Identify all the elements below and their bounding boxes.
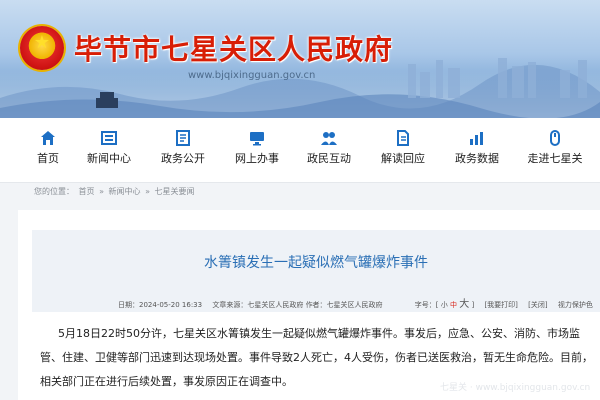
font-size-small[interactable]: 小: [441, 301, 448, 309]
people-icon: [321, 132, 337, 145]
watermark: 七星关 · www.bjqixingguan.gov.cn: [440, 383, 591, 393]
breadcrumb: 您的位置： 首页 » 新闻中心 » 七星关要闻: [34, 186, 197, 197]
eye-care-toggle[interactable]: 视力保护色: [558, 301, 593, 309]
article-title: 水箐镇发生一起疑似燃气罐爆炸事件: [204, 255, 428, 271]
chart-icon: [470, 132, 483, 145]
breadcrumb-home-link[interactable]: 首页: [79, 187, 95, 196]
site-title: 毕节市七星关区人民政府: [74, 33, 394, 66]
nav-item-gov-open[interactable]: 政务公开: [148, 118, 218, 182]
nav-item-label: 首页: [37, 152, 59, 165]
nav-item-label: 政民互动: [307, 152, 351, 165]
nav-item-news[interactable]: 新闻中心: [74, 118, 144, 182]
nav-item-label: 政务数据: [455, 152, 499, 165]
mouse-icon: [550, 130, 560, 146]
font-size-large[interactable]: 大: [459, 299, 469, 310]
site-url: www.bjqixingguan.gov.cn: [188, 70, 316, 81]
nav-item-interaction[interactable]: 政民互动: [294, 118, 364, 182]
close-link[interactable]: [关闭]: [528, 301, 547, 309]
nav-item-label: 解读回应: [381, 152, 425, 165]
monitor-icon: [250, 132, 264, 146]
nav-item-gov-data[interactable]: 政务数据: [442, 118, 512, 182]
article-author: 七星关区人民政府: [326, 301, 383, 309]
main-nav: 首页 新闻中心 政务公开 网上办事 政民互动 解读回应 政务数据 走进七星关: [0, 118, 600, 183]
news-icon: [101, 131, 117, 145]
nav-item-home[interactable]: 首页: [13, 118, 83, 182]
nav-item-interpretation[interactable]: 解读回应: [368, 118, 438, 182]
gov-open-icon: [176, 130, 190, 146]
document-icon: [397, 130, 409, 146]
author-label: 作者：: [305, 301, 327, 309]
date-label: 日期：: [118, 301, 139, 309]
source-label: 文章来源：: [212, 301, 248, 309]
nav-item-online-service[interactable]: 网上办事: [222, 118, 292, 182]
breadcrumb-current[interactable]: 七星关要闻: [155, 187, 195, 196]
article-panel: 水箐镇发生一起疑似燃气罐爆炸事件 日期：2024-05-20 16:33 文章来…: [18, 210, 600, 400]
article-source: 七星关区人民政府: [247, 301, 304, 309]
font-size-label: 字号：: [414, 301, 436, 309]
font-size-medium[interactable]: 中: [450, 301, 457, 309]
national-emblem-icon: ★: [20, 26, 64, 70]
breadcrumb-separator: »: [99, 187, 104, 196]
nav-item-label: 新闻中心: [87, 152, 131, 165]
home-icon: [41, 131, 55, 145]
nav-item-about-qixingguan[interactable]: 走进七星关: [520, 118, 590, 182]
article-date: 2024-05-20 16:33: [139, 301, 203, 309]
nav-item-label: 走进七星关: [527, 152, 583, 165]
article-meta: 日期：2024-05-20 16:33 文章来源：七星关区人民政府 作者：七星关…: [118, 299, 593, 310]
article-header: 水箐镇发生一起疑似燃气罐爆炸事件 日期：2024-05-20 16:33 文章来…: [32, 230, 600, 312]
print-link[interactable]: [我要打印]: [484, 301, 517, 309]
breadcrumb-prefix: 您的位置：: [34, 187, 74, 196]
header-banner: ★ 毕节市七星关区人民政府 www.bjqixingguan.gov.cn: [0, 0, 600, 118]
breadcrumb-news-link[interactable]: 新闻中心: [109, 187, 141, 196]
nav-item-label: 网上办事: [235, 152, 279, 165]
nav-item-label: 政务公开: [161, 152, 205, 165]
breadcrumb-separator: »: [145, 187, 150, 196]
